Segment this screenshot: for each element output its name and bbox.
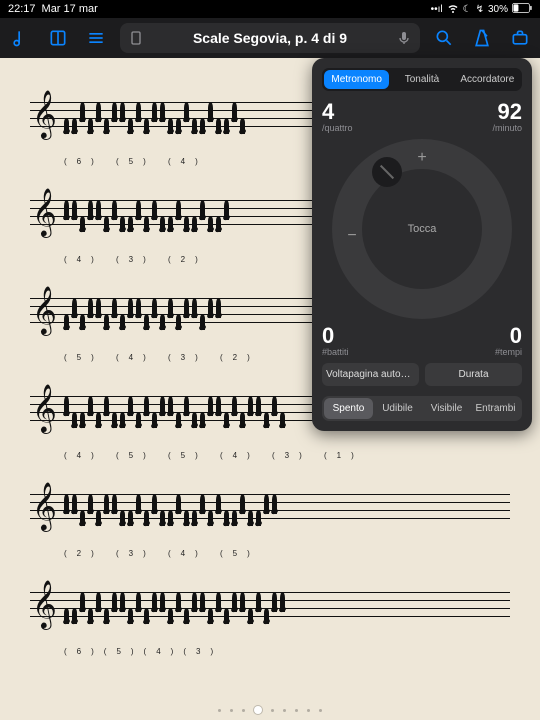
count-beats: 0 #battiti — [322, 325, 349, 357]
briefcase-icon[interactable] — [506, 24, 534, 52]
fingering-label: (4) (5) (5) (4) (3) (1) — [64, 451, 506, 460]
tempo-value: 92 — [498, 101, 522, 123]
tool-tabs[interactable]: Metronomo Tonalità Accordatore — [322, 68, 522, 91]
tempo-label: /minuto — [492, 123, 522, 133]
fingering-label: (2) (3) (4) (5) — [64, 549, 506, 558]
score-system: 𝄞 (2) (3) (4) (5) — [30, 494, 510, 542]
mode-visible[interactable]: Visibile — [422, 398, 471, 419]
battery-charging-icon: ↯ — [476, 4, 484, 15]
wifi-icon — [447, 2, 459, 17]
metronome-popover: Metronomo Tonalità Accordatore 4 /quattr… — [312, 58, 532, 431]
mode-off[interactable]: Spento — [324, 398, 373, 419]
beats-per-measure[interactable]: 4 /quattro — [322, 101, 353, 133]
tempo-bpm[interactable]: 92 /minuto — [492, 101, 522, 133]
count-tempi: 0 #tempi — [495, 325, 522, 357]
tempo-dial[interactable]: + − Tocca — [332, 139, 512, 319]
dial-handle[interactable] — [372, 157, 402, 187]
mode-audible[interactable]: Udibile — [373, 398, 422, 419]
app-toolbar: Scale Segovia, p. 4 di 9 — [0, 18, 540, 58]
document-title-pill[interactable]: Scale Segovia, p. 4 di 9 — [120, 23, 420, 53]
library-icon[interactable] — [6, 24, 34, 52]
count-beats-label: #battiti — [322, 347, 349, 357]
tab-metronome[interactable]: Metronomo — [324, 70, 389, 89]
score-system: 𝄞 (6)(5)(4)(3) — [30, 592, 510, 640]
search-icon[interactable] — [430, 24, 458, 52]
status-time: 22:17 — [8, 3, 36, 15]
bookmarks-icon[interactable] — [44, 24, 72, 52]
fingering-label: (6)(5)(4)(3) — [64, 647, 506, 656]
metronome-mode-segment[interactable]: Spento Udibile Visibile Entrambi — [322, 396, 522, 421]
count-beats-value: 0 — [322, 325, 349, 347]
status-bar: 22:17 Mar 17 mar ••ıl ☾ ↯ 30% — [0, 0, 540, 18]
tab-tuning[interactable]: Tonalità — [389, 70, 454, 89]
document-title: Scale Segovia, p. 4 di 9 — [152, 30, 388, 46]
metronome-icon[interactable] — [468, 24, 496, 52]
dial-plus-icon[interactable]: + — [412, 149, 432, 167]
mode-both[interactable]: Entrambi — [471, 398, 520, 419]
battery-icon — [512, 3, 532, 16]
duration-button[interactable]: Durata — [425, 363, 522, 386]
dial-center-button[interactable]: Tocca — [362, 169, 482, 289]
moon-icon: ☾ — [463, 4, 472, 15]
signal-icon: ••ıl — [431, 4, 443, 15]
count-tempi-label: #tempi — [495, 347, 522, 357]
page-indicator-current — [254, 706, 262, 714]
document-icon — [128, 30, 144, 46]
beats-value: 4 — [322, 101, 353, 123]
menu-icon[interactable] — [82, 24, 110, 52]
battery-pct: 30% — [488, 4, 508, 15]
tab-tuner[interactable]: Accordatore — [455, 70, 520, 89]
page-indicator[interactable] — [0, 709, 540, 715]
dial-center-label: Tocca — [408, 223, 437, 235]
auto-page-turn-button[interactable]: Voltapagina automat… — [322, 363, 419, 386]
count-tempi-value: 0 — [510, 325, 522, 347]
beats-label: /quattro — [322, 123, 353, 133]
status-date: Mar 17 mar — [42, 3, 98, 15]
dial-minus-icon[interactable]: − — [342, 227, 362, 245]
microphone-icon[interactable] — [396, 30, 412, 46]
